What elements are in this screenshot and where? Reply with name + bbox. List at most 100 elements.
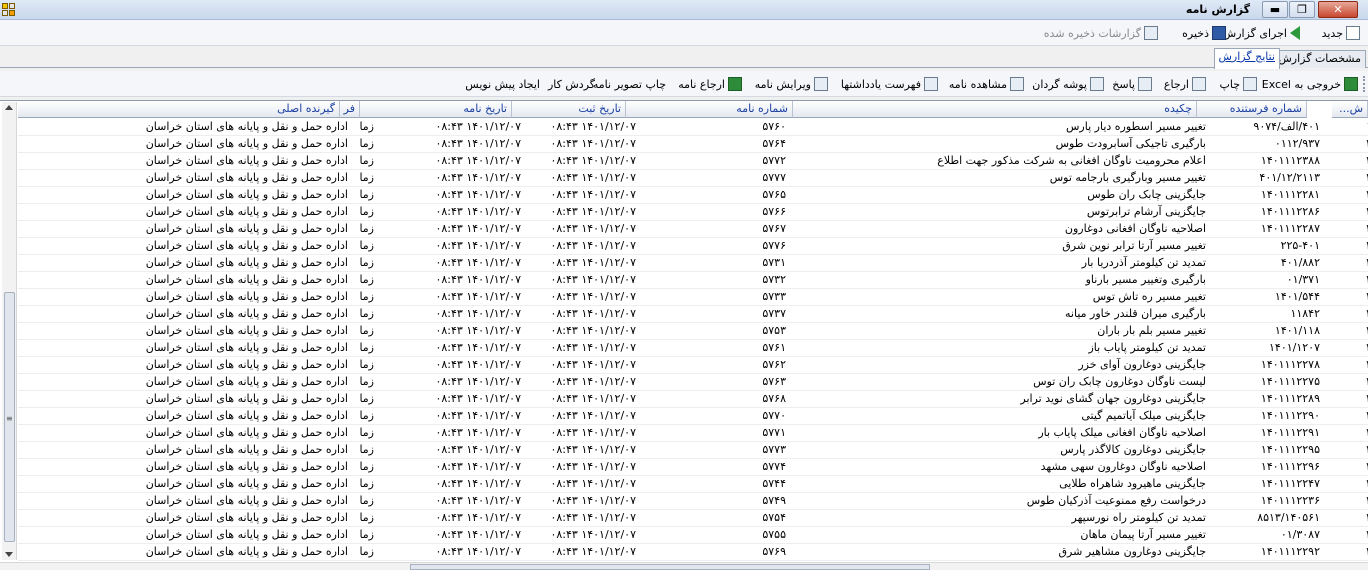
table-row[interactable]: ۲۴ ۱۴۰۱۱۱۲۲۸۶ جایگزینی آرشام ترابرتوس ۵۷۶۶ ۱… xyxy=(18,204,1368,221)
sender-number-cell: ۱۴۰۱۱۱۲۲۸۷ xyxy=(1260,222,1320,235)
letter-number-cell: ۵۷۴۴ xyxy=(762,477,786,490)
register-date-cell: ۱۴۰۱/۱۲/۰۷ ۰۸:۴۳ xyxy=(550,273,636,286)
folder-button[interactable]: پوشه گردان xyxy=(1032,75,1104,93)
new-label: جدید xyxy=(1321,26,1343,40)
letter-number-cell: ۵۷۵۳ xyxy=(762,324,786,337)
table-row[interactable]: ۳۵ ۱۴۰۱۱۱۲۲۸۹ جایگزینی دوغارون جهان گشای ن… xyxy=(18,391,1368,408)
register-date-cell: ۱۴۰۱/۱۲/۰۷ ۰۸:۴۳ xyxy=(550,205,636,218)
table-row[interactable]: ۲۲ ۴۰۱/۱۲/۲۱۱۳ تغییر مسیر وبارگیری بارجامه… xyxy=(18,170,1368,187)
draft-button[interactable]: ایجاد پیش نویس xyxy=(465,75,540,93)
letter-date-cell: ۱۴۰۱/۱۲/۰۷ ۰۸:۴۳ xyxy=(435,545,521,558)
save-button[interactable]: ذخیره xyxy=(1182,24,1226,42)
summary-cell: بارگیری تاجیکی آسابرودت طوس xyxy=(1055,137,1206,150)
table-row[interactable]: ۲۵ ۱۴۰۱۱۱۲۲۸۷ اصلاحیه ناوگان افغانی دوغارو… xyxy=(18,221,1368,238)
excel-export-button[interactable]: خروجی به Excel xyxy=(1262,75,1358,93)
referrals-button[interactable]: ارجاع نامه xyxy=(678,75,742,93)
maximize-button[interactable]: ❐ xyxy=(1289,1,1315,18)
row-index: ۲۷ xyxy=(1348,255,1368,272)
scroll-down-icon[interactable] xyxy=(5,552,13,557)
summary-cell: درخواست رفع ممنوعیت آذرکیان طوس xyxy=(1026,494,1206,507)
register-date-cell: ۱۴۰۱/۱۲/۰۷ ۰۸:۴۳ xyxy=(550,358,636,371)
sender-number-cell: ۰۱/۳۷۱ xyxy=(1286,273,1320,286)
horizontal-scroll-thumb[interactable] xyxy=(410,564,930,570)
table-row[interactable]: ۴۰ ۱۴۰۱۱۱۲۲۴۷ جایگزینی ماهیرود شاهراه طلای… xyxy=(18,476,1368,493)
edit-letter-button[interactable]: ویرایش نامه xyxy=(755,75,828,93)
row-index: ۱۹ xyxy=(1348,119,1368,136)
table-row[interactable]: ۳۴ ۱۴۰۱۱۱۲۲۷۵ لیست ناوگان دوغارون چابک ران… xyxy=(18,374,1368,391)
horizontal-scrollbar[interactable] xyxy=(0,562,1368,570)
table-row[interactable]: ۴۲ ۸۵۱۳/۱۴۰۵۶۱ تمدید تن کیلومتر راه نورسپه… xyxy=(18,510,1368,527)
run-report-button[interactable]: اجرای گزارش xyxy=(1223,24,1300,42)
receiver-cell: اداره حمل و نقل و پایانه های استان خراسا… xyxy=(145,392,348,405)
letter-number-cell: ۵۷۷۶ xyxy=(762,239,786,252)
new-button[interactable]: جدید xyxy=(1322,24,1360,42)
minimize-button[interactable]: ▬ xyxy=(1262,1,1288,18)
table-row[interactable]: ۳۳ ۱۴۰۱۱۱۲۲۷۸ جایگزینی دوغارون آوای خزر ۵۷۶… xyxy=(18,357,1368,374)
refer-label: ارجاع xyxy=(1163,77,1189,91)
table-row[interactable]: ۲۱ ۱۴۰۱۱۱۲۳۸۸ اعلام محرومیت ناوگان افغانی … xyxy=(18,153,1368,170)
print-button[interactable]: چاپ xyxy=(1219,75,1257,93)
table-row[interactable]: ۴۴ ۱۴۰۱۱۱۲۲۹۲ جایگزینی دوغارون مشاهیر شرق ۵… xyxy=(18,544,1368,561)
refer-button[interactable]: ارجاع xyxy=(1164,75,1206,93)
workflow-button[interactable]: گردش کار xyxy=(548,75,595,93)
column-header-index[interactable]: ش... xyxy=(1332,101,1368,118)
table-row[interactable]: ۳۸ ۱۴۰۱۱۱۲۲۹۵ جایگزینی دوغارون کالاگذر پار… xyxy=(18,442,1368,459)
saved-reports-button[interactable]: گزارشات ذخیره شده xyxy=(1044,24,1158,42)
app-icon xyxy=(2,3,16,17)
close-button[interactable]: ✕ xyxy=(1318,1,1358,18)
column-header-register-date[interactable]: تاریخ ثبت xyxy=(512,101,626,118)
vertical-scrollbar[interactable]: ≡ xyxy=(2,102,17,560)
print-image-button[interactable]: چاپ تصویر نامه xyxy=(593,75,666,93)
column-header-sender-number[interactable]: شماره فرستنده xyxy=(1197,101,1307,118)
register-date-cell: ۱۴۰۱/۱۲/۰۷ ۰۸:۴۳ xyxy=(550,426,636,439)
table-row[interactable]: ۲۰ ۰۱۱۲/۹۳۷ بارگیری تاجیکی آسابرودت طوس ۵۷۶… xyxy=(18,136,1368,153)
letter-date-cell: ۱۴۰۱/۱۲/۰۷ ۰۸:۴۳ xyxy=(435,222,521,235)
summary-cell: تمدید تن کیلومتر راه نورسپهر xyxy=(1071,511,1206,524)
sender-number-cell: ۴۰۱/۸۸۲ xyxy=(1280,256,1320,269)
table-row[interactable]: ۳۲ ۱۴۰۱/۱۲۰۷ تمدید تن کیلومتر پایاب باز ۵۷۶… xyxy=(18,340,1368,357)
receiver-cell: اداره حمل و نقل و پایانه های استان خراسا… xyxy=(145,154,348,167)
table-row[interactable]: ۲۸ ۰۱/۳۷۱ بارگیری وتغییر مسیر بارناو ۵۷۳۲ ۱۴… xyxy=(18,272,1368,289)
table-row[interactable]: ۳۱ ۱۴۰۱/۱۱۸ تغییر مسیر بلم بار باران ۵۷۵۳ ۱۴… xyxy=(18,323,1368,340)
column-header-receiver[interactable]: گیرنده اصلی xyxy=(18,101,340,118)
sender-number-cell: ۸۵۱۳/۱۴۰۵۶۱ xyxy=(1257,511,1320,524)
table-row[interactable]: ۴۳ ۰۱/۳۰۸۷ تغییر مسیر آرتا پیمان ماهان ۵۷۵۵… xyxy=(18,527,1368,544)
sender-number-cell: ۱۴۰۱۱۱۲۲۹۰ xyxy=(1260,409,1320,422)
reply-button[interactable]: پاسخ xyxy=(1112,75,1152,93)
table-row[interactable]: ۳۹ ۱۴۰۱۱۱۲۲۹۶ اصلاحیه ناوگان دوغارون سهی م… xyxy=(18,459,1368,476)
notes-button[interactable]: فهرست یادداشتها xyxy=(841,75,938,93)
table-row[interactable]: ۲۹ ۱۴۰۱/۵۴۴ تغییر مسیر ره تاش توس ۵۷۳۳ ۱۴۰۱/… xyxy=(18,289,1368,306)
view-letter-button[interactable]: مشاهده نامه xyxy=(949,75,1024,93)
table-row[interactable]: ۳۷ ۱۴۰۱۱۱۲۲۹۱ اصلاحیه ناوگان افغانی میلک پ… xyxy=(18,425,1368,442)
register-date-cell: ۱۴۰۱/۱۲/۰۷ ۰۸:۴۳ xyxy=(550,290,636,303)
folder-label: پوشه گردان xyxy=(1032,77,1087,91)
table-row[interactable]: ۳۶ ۱۴۰۱۱۱۲۲۹۰ جایگزینی میلک آیاتمیم گیتی ۵۷… xyxy=(18,408,1368,425)
letter-date-cell: ۱۴۰۱/۱۲/۰۷ ۰۸:۴۳ xyxy=(435,137,521,150)
sender-number-cell: ۱۴۰۱۱۱۲۲۹۲ xyxy=(1260,545,1320,558)
letter-number-cell: ۵۷۷۱ xyxy=(762,426,786,439)
table-row[interactable]: ۴۱ ۱۴۰۱۱۱۲۲۳۶ درخواست رفع ممنوعیت آذرکیان … xyxy=(18,493,1368,510)
letter-date-cell: ۱۴۰۱/۱۲/۰۷ ۰۸:۴۳ xyxy=(435,290,521,303)
draft-label: ایجاد پیش نویس xyxy=(465,77,540,91)
fr-cell: زما xyxy=(359,120,374,133)
column-header-letter-date[interactable]: تاریخ نامه xyxy=(360,101,512,118)
letter-date-cell: ۱۴۰۱/۱۲/۰۷ ۰۸:۴۳ xyxy=(435,375,521,388)
tab-report-properties[interactable]: مشخصات گزارش xyxy=(1273,50,1366,68)
table-row[interactable]: ۲۶ ۲۲۵-۴۰۱ تغییر مسیر آرتا ترابر نوین شرق ۵… xyxy=(18,238,1368,255)
column-header-summary[interactable]: چکیده xyxy=(793,101,1197,118)
column-header-fr[interactable]: فر xyxy=(340,101,360,118)
table-row[interactable]: ۳۰ ۱۱۸۴۲ بارگیری میران قلندر خاور میانه ۵۷۳… xyxy=(18,306,1368,323)
scroll-up-icon[interactable] xyxy=(5,105,13,110)
table-row[interactable]: ۲۳ ۱۴۰۱۱۱۲۲۸۱ جایگزینی چابک ران طوس ۵۷۶۵ ۱۴۰… xyxy=(18,187,1368,204)
column-header-letter-number[interactable]: شماره نامه xyxy=(626,101,793,118)
row-index: ۴۲ xyxy=(1348,510,1368,527)
fr-cell: زما xyxy=(359,426,374,439)
sender-number-cell: ۱۴۰۱۱۱۲۳۸۸ xyxy=(1260,154,1320,167)
tab-report-results[interactable]: نتایج گزارش xyxy=(1213,48,1280,69)
summary-cell: جایگزینی چابک ران طوس xyxy=(1087,188,1206,201)
table-row[interactable]: ۱۹ ۴۰۱/الف/۹۰۷۴ تغییر مسیر اسطوره دیار پار… xyxy=(18,119,1368,136)
receiver-cell: اداره حمل و نقل و پایانه های استان خراسا… xyxy=(145,324,348,337)
table-row[interactable]: ۲۷ ۴۰۱/۸۸۲ تمدید تن کیلومتر آذردریا بار ۵۷۳… xyxy=(18,255,1368,272)
letter-number-cell: ۵۷۶۱ xyxy=(762,341,786,354)
toolbar-grip[interactable] xyxy=(1363,76,1366,92)
